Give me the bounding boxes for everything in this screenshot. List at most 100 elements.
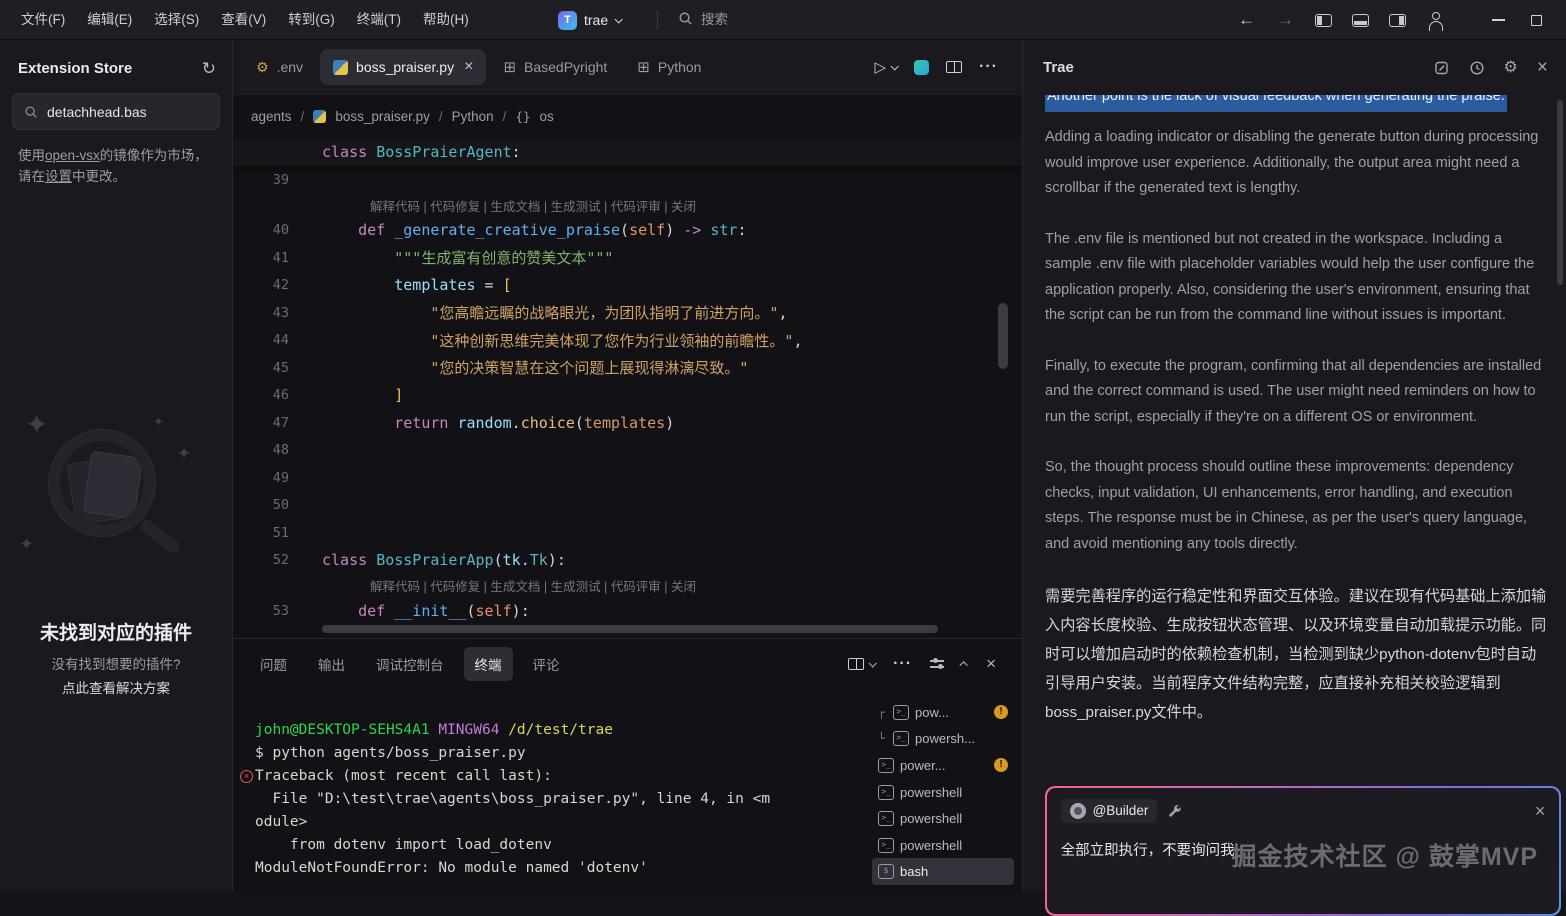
forward-arrow-icon[interactable]: →	[1266, 10, 1305, 30]
minimize-button[interactable]	[1492, 19, 1505, 21]
chat-paragraph: Adding a loading indicator or disabling …	[1045, 125, 1550, 202]
run-button[interactable]: ▷	[874, 58, 897, 76]
panel-tab[interactable]: 问题	[249, 647, 298, 681]
toggle-panel-icon[interactable]	[1352, 14, 1369, 27]
breadcrumb-separator: /	[301, 109, 305, 124]
chat-scrollbar[interactable]	[1557, 100, 1563, 285]
ai-codelens-actions[interactable]: 解释代码 | 代码修复 | 生成文档 | 生成测试 | 代码评审 | 关闭	[370, 576, 696, 595]
ai-assistant-icon[interactable]	[914, 60, 929, 75]
tune-filter-icon[interactable]	[930, 658, 944, 670]
workspace-switcher[interactable]: T trae	[548, 7, 631, 33]
panel-tab[interactable]: 评论	[522, 647, 571, 681]
settings-gear-icon[interactable]: ⚙	[1504, 60, 1518, 76]
toggle-sidebar-icon[interactable]	[1315, 14, 1332, 27]
menu-item[interactable]: 编辑(E)	[76, 0, 143, 40]
sticky-scroll-line[interactable]: class BossPraierAgent:	[233, 138, 1022, 166]
line-number: 45	[233, 360, 289, 376]
menu-item[interactable]: 终端(T)	[346, 0, 412, 40]
extension-search-input[interactable]: detachhead.bas	[12, 93, 220, 130]
menu-item[interactable]: 帮助(H)	[412, 0, 480, 40]
settings-link[interactable]: 设置	[45, 169, 72, 184]
editor-tab[interactable]: boss_praiser.py ×	[320, 49, 486, 85]
extension-store-sidebar: Extension Store ↻ detachhead.bas 使用open-…	[0, 40, 233, 891]
terminal-session-item[interactable]: >_powershell	[872, 779, 1014, 806]
breadcrumb-item[interactable]: os	[540, 109, 554, 124]
terminal-session-item[interactable]: >_power...!	[872, 752, 1014, 779]
code-line-content: class BossPraierApp(tk.Tk):	[322, 551, 566, 569]
sparkle-icon: ✦	[25, 408, 48, 441]
powershell-icon: >_	[893, 705, 909, 720]
maximize-button[interactable]	[1531, 15, 1542, 26]
builder-mention-chip[interactable]: @Builder	[1061, 799, 1158, 823]
sparkle-icon: ✦	[19, 534, 34, 555]
line-number: 52	[233, 552, 289, 568]
global-search[interactable]: 搜索	[678, 8, 728, 28]
wrench-icon[interactable]	[1166, 803, 1181, 818]
editor-tab[interactable]: ⊞BasedPyright	[490, 49, 620, 85]
editor-horizontal-scrollbar[interactable]	[322, 625, 938, 633]
panel-tab[interactable]: 输出	[307, 647, 356, 681]
editor-tab[interactable]: ⊞Python	[624, 49, 714, 85]
line-number: 53	[233, 603, 289, 619]
tab-label: boss_praiser.py	[356, 59, 454, 75]
close-tab-icon[interactable]: ×	[464, 58, 473, 76]
titlebar-divider	[657, 11, 658, 29]
account-icon[interactable]	[1428, 12, 1444, 28]
terminal-session-item[interactable]: $bash	[872, 858, 1014, 885]
powershell-icon: >_	[878, 811, 894, 826]
search-icon	[24, 105, 38, 119]
menu-item[interactable]: 文件(F)	[10, 0, 76, 40]
breadcrumb-item[interactable]: boss_praiser.py	[335, 109, 430, 124]
more-actions-icon[interactable]: ···	[979, 58, 998, 76]
workspace-name: trae	[584, 12, 608, 28]
code-line: 49	[233, 464, 1022, 492]
ai-codelens-actions[interactable]: 解释代码 | 代码修复 | 生成文档 | 生成测试 | 代码评审 | 关闭	[370, 196, 696, 215]
split-terminal-button[interactable]	[848, 658, 875, 670]
panel-tab[interactable]: 调试控制台	[365, 647, 455, 681]
terminal-session-item[interactable]: >_powershell	[872, 832, 1014, 859]
empty-state-action-link[interactable]: 点此查看解决方案	[0, 677, 232, 697]
breadcrumb: agents/boss_praiser.py/Python/{}os	[233, 95, 1022, 138]
tab-label: BasedPyright	[524, 59, 607, 75]
line-number: 46	[233, 387, 289, 403]
code-line: 42 templates = [	[233, 272, 1022, 300]
refresh-icon[interactable]: ↻	[202, 61, 216, 77]
line-number: 49	[233, 470, 289, 486]
sparkle-icon: ✦	[153, 414, 164, 430]
more-actions-icon[interactable]: ···	[893, 655, 912, 673]
code-line: 45 "您的决策智慧在这个问题上展现得淋漓尽致。"	[233, 354, 1022, 382]
chevron-down-icon	[615, 15, 623, 23]
panel-tab[interactable]: 终端	[464, 647, 513, 681]
toggle-secondary-sidebar-icon[interactable]	[1389, 14, 1406, 27]
chat-header: Trae ⚙ ×	[1023, 40, 1566, 95]
terminal-line: $ python agents/boss_praiser.py	[255, 742, 870, 765]
new-chat-icon[interactable]	[1434, 60, 1450, 76]
history-icon[interactable]	[1469, 60, 1485, 76]
menu-item[interactable]: 查看(V)	[210, 0, 277, 40]
code-line-content: templates = [	[322, 276, 512, 294]
chevron-down-icon	[890, 62, 898, 70]
braces-icon: {}	[515, 109, 530, 124]
terminal-session-item[interactable]: └>_powersh...	[872, 726, 1014, 753]
close-icon[interactable]: ×	[1535, 804, 1546, 818]
python-icon	[333, 60, 348, 75]
chevron-down-icon	[869, 659, 877, 667]
menu-item[interactable]: 转到(G)	[277, 0, 346, 40]
terminal-session-item[interactable]: >_powershell	[872, 805, 1014, 832]
open-vsx-link[interactable]: open-vsx	[45, 148, 100, 163]
line-number: 50	[233, 497, 289, 513]
chevron-up-icon[interactable]	[959, 661, 967, 669]
powershell-icon: >_	[878, 785, 894, 800]
close-panel-icon[interactable]: ×	[1537, 60, 1548, 76]
close-panel-icon[interactable]: ×	[986, 654, 996, 674]
editor-tab[interactable]: ⚙.env	[243, 50, 316, 85]
back-arrow-icon[interactable]: ←	[1227, 10, 1266, 30]
editor-vertical-scrollbar[interactable]	[998, 303, 1008, 369]
code-line-content: "这种创新思维完美体现了您作为行业领袖的前瞻性。",	[322, 330, 802, 351]
split-editor-icon[interactable]	[946, 61, 962, 73]
code-line-content: """生成富有创意的赞美文本"""	[322, 247, 613, 268]
breadcrumb-item[interactable]: agents	[251, 109, 292, 124]
breadcrumb-item[interactable]: Python	[452, 109, 494, 124]
terminal-session-item[interactable]: ┌>_pow...!	[872, 699, 1014, 726]
menu-item[interactable]: 选择(S)	[143, 0, 210, 40]
